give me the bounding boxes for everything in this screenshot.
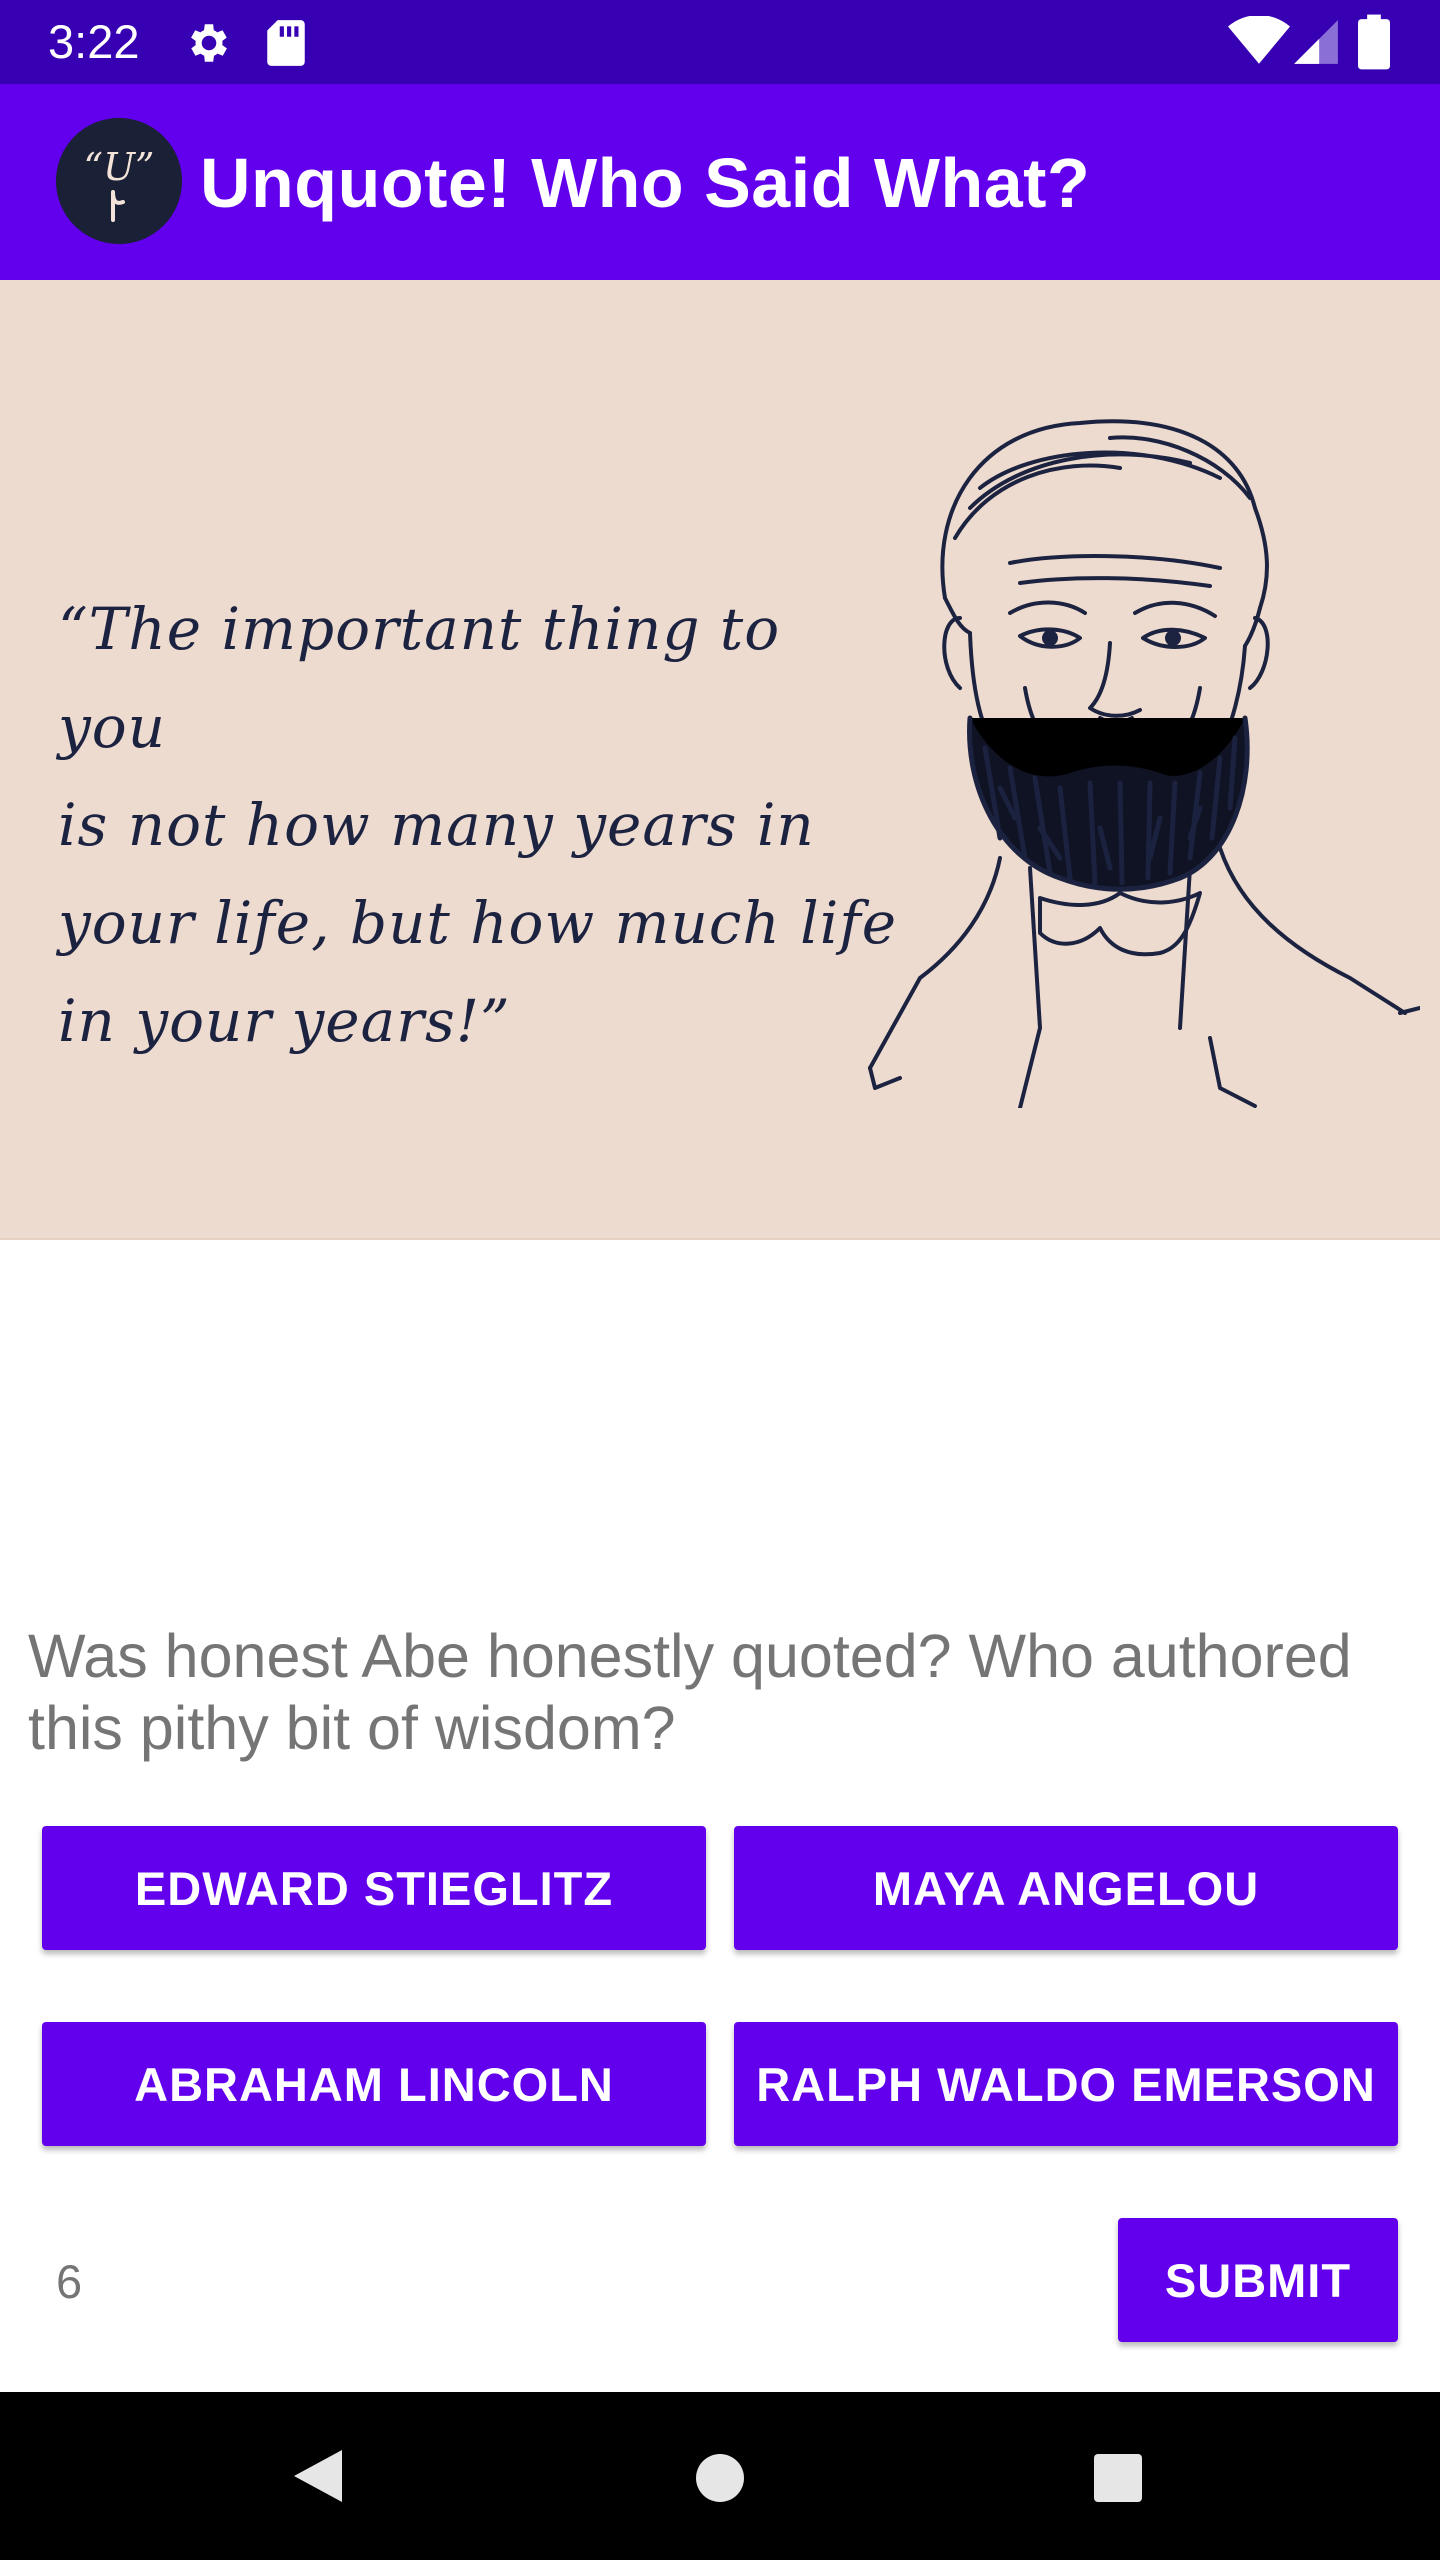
answer-button-ralph-waldo-emerson[interactable]: Ralph Waldo Emerson xyxy=(734,2022,1398,2146)
app-bar: “U” Unquote! Who Said What? xyxy=(0,84,1440,280)
lincoln-portrait-illustration xyxy=(868,419,1420,1108)
answer-button-edward-stieglitz[interactable]: Edward Stieglitz xyxy=(42,1826,706,1950)
quote-text: “The important thing to you is not how m… xyxy=(58,580,898,1070)
quote-image: “The important thing to you is not how m… xyxy=(0,280,1440,1240)
app-logo-mark: “U” xyxy=(84,145,155,189)
answer-button-abraham-lincoln[interactable]: Abraham Lincoln xyxy=(42,2022,706,2146)
question-text: Was honest Abe honestly quoted? Who auth… xyxy=(28,1622,1352,1762)
app-title: Unquote! Who Said What? xyxy=(200,144,1091,222)
status-time: 3:22 xyxy=(48,15,140,68)
home-icon[interactable] xyxy=(694,2452,746,2504)
recents-icon[interactable] xyxy=(1092,2452,1144,2504)
app-logo: “U” xyxy=(56,118,182,244)
quote-line: is not how many years in xyxy=(58,791,815,859)
settings-gear-icon xyxy=(191,24,227,62)
navigation-bar xyxy=(0,2392,1440,2560)
back-icon[interactable] xyxy=(290,2446,346,2506)
status-bar: 3:22 xyxy=(0,0,1440,84)
quote-line: in your years!” xyxy=(58,987,511,1055)
questions-remaining-counter: 6 xyxy=(56,2255,83,2308)
quote-line: your life, but how much life xyxy=(58,889,898,957)
quote-line: “The important thing to you xyxy=(58,595,781,761)
submit-button[interactable]: Submit xyxy=(1118,2218,1398,2342)
cell-signal-icon xyxy=(1294,20,1338,64)
sd-card-icon xyxy=(267,20,305,66)
wifi-icon xyxy=(1228,16,1290,64)
answer-button-maya-angelou[interactable]: Maya Angelou xyxy=(734,1826,1398,1950)
battery-icon xyxy=(1358,14,1390,70)
